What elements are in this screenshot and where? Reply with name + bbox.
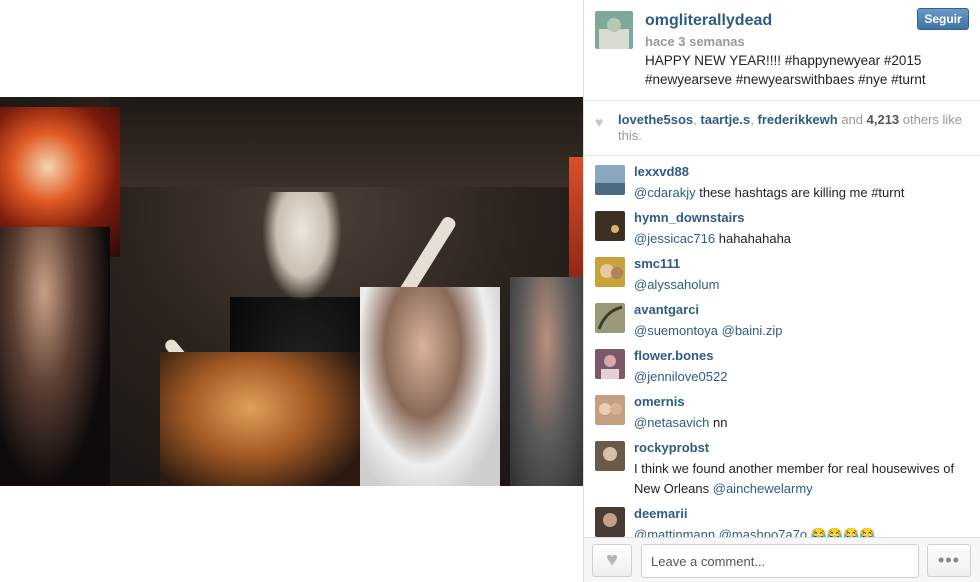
commenter-avatar-image [595,395,625,425]
comment-text: I think we found another member for real… [634,459,969,499]
comment-body: nn [709,415,728,430]
photo-person-laughing [360,287,500,486]
commenter-username[interactable]: omernis [634,394,685,409]
commenter-username[interactable]: avantgarci [634,302,699,317]
commenter-username[interactable]: hymn_downstairs [634,210,745,225]
commenter-username[interactable]: lexxvd88 [634,164,689,179]
mention-link[interactable]: @netasavich [634,415,709,430]
commenter-avatar[interactable] [595,165,625,195]
post-caption: HAPPY NEW YEAR!!!! #happynewyear #2015 #… [645,53,926,87]
follow-button[interactable]: Seguir [917,8,969,30]
photo-person-right [510,277,583,486]
commenter-username[interactable]: smc111 [634,256,680,271]
commenter-username[interactable]: rockyprobst [634,440,709,455]
commenter-avatar-image [595,349,625,379]
comment-text: @alyssaholum [634,275,969,295]
photo-skeleton [262,192,342,302]
mention-link[interactable]: @mattinmann @mashpo7a7o [634,527,807,537]
commenter-avatar[interactable] [595,257,625,287]
mention-link[interactable]: @jessicac716 [634,231,715,246]
liker-link[interactable]: lovethe5sos [618,112,693,127]
comment-list[interactable]: lexxvd88 @cdarakjy these hashtags are ki… [584,157,980,537]
post-author[interactable]: omgliterallydead [645,12,772,30]
heart-icon: ♥ [595,114,604,130]
commenter-avatar[interactable] [595,349,625,379]
mention-link[interactable]: @cdarakjy [634,185,696,200]
comment-footer: ♥ ••• [584,537,980,582]
post-time[interactable]: hace 3 semanas [645,34,745,49]
commenter-avatar[interactable] [595,395,625,425]
commenter-avatar[interactable] [595,441,625,471]
mention-link[interactable]: @jennilove0522 [634,369,727,384]
photo-stage [0,0,583,582]
comment-text: @cdarakjy these hashtags are killing me … [634,183,969,203]
more-options-icon: ••• [938,550,960,570]
mention-link[interactable]: @alyssaholum [634,277,719,292]
commenter-avatar[interactable] [595,211,625,241]
post-details-panel: omgliterallydead hace 3 semanas HAPPY NE… [583,0,980,582]
commenter-avatar[interactable] [595,303,625,333]
photo-person-blonde [160,352,360,486]
post-photo[interactable] [0,97,583,486]
comment-text: @mattinmann @mashpo7a7o 😂😂😂😂 [634,525,969,537]
commenter-avatar-image [595,165,625,195]
comment-body: these hashtags are killing me #turnt [695,185,905,200]
photo-ceiling [110,97,583,187]
likes-summary: ♥ lovethe5sos, taartje.s, frederikkewh a… [584,101,980,156]
comment-body: 😂😂😂😂 [807,527,876,537]
comment-body: hahahahaha [715,231,792,246]
liker-link[interactable]: frederikkewh [758,112,838,127]
likes-separator: , [750,112,758,127]
more-options-button[interactable]: ••• [927,544,971,577]
comment-text: @jennilove0522 [634,367,969,387]
likes-text: lovethe5sos, taartje.s, frederikkewh and… [618,112,968,144]
like-button[interactable]: ♥ [592,544,632,577]
comment-input[interactable] [641,544,919,578]
author-avatar-image [595,11,633,49]
mention-link[interactable]: @ainchewelarmy [713,481,813,496]
post-header: omgliterallydead hace 3 semanas HAPPY NE… [584,0,980,101]
commenter-avatar-image [595,257,625,287]
commenter-avatar-image [595,507,625,537]
comment-text: @suemontoya @baini.zip [634,321,969,341]
comment-text: @jessicac716 hahahahaha [634,229,969,249]
mention-link[interactable]: @suemontoya @baini.zip [634,323,783,338]
heart-icon: ♥ [606,549,618,571]
commenter-avatar[interactable] [595,507,625,537]
likes-count[interactable]: 4,213 [867,112,900,127]
photo-person-left [0,227,110,486]
liker-link[interactable]: taartje.s [700,112,750,127]
commenter-avatar-image [595,303,625,333]
commenter-avatar-image [595,441,625,471]
comment-text: @netasavich nn [634,413,969,433]
commenter-avatar-image [595,211,625,241]
commenter-username[interactable]: deemarii [634,506,687,521]
likes-and: and [837,112,867,127]
author-avatar[interactable] [595,11,633,49]
commenter-username[interactable]: flower.bones [634,348,713,363]
